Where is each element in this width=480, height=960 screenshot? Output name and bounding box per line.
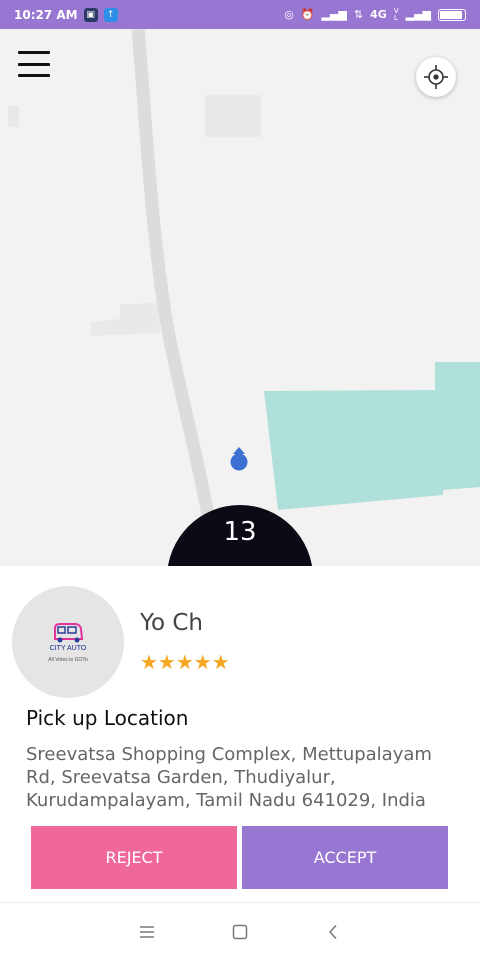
- signal-icon: ▂▄▆: [321, 8, 347, 21]
- reject-label: REJECT: [105, 848, 163, 867]
- network-type: 4G: [370, 8, 387, 21]
- driver-avatar: CITY AUTO All Votes to GOTo: [12, 586, 124, 698]
- logo-title: CITY AUTO: [49, 645, 87, 652]
- map-building: [91, 303, 160, 336]
- map-building: [205, 95, 261, 137]
- pickup-title: Pick up Location: [26, 706, 189, 730]
- alarm-icon: ⏰: [300, 8, 315, 21]
- data-arrows-icon: ⇅: [353, 8, 364, 21]
- recenter-button[interactable]: [416, 57, 456, 97]
- map-canvas: [8, 29, 480, 566]
- pickup-address: Sreevatsa Shopping Complex, Mettupalayam…: [26, 744, 432, 811]
- status-time: 10:27 AM: [14, 7, 78, 22]
- rating-stars: ★★★★★: [140, 650, 230, 674]
- driver-name: Yo Ch: [140, 610, 204, 636]
- home-button[interactable]: [228, 920, 252, 944]
- accept-label: ACCEPT: [313, 848, 377, 867]
- driver-rating: ★★★★★: [140, 652, 230, 672]
- back-button[interactable]: [321, 920, 345, 944]
- back-icon: [329, 924, 337, 939]
- location-heading-icon: [233, 447, 245, 454]
- map-view[interactable]: 13: [0, 29, 480, 566]
- logo-tagline: All Votes to GOTo: [48, 657, 88, 663]
- ride-request-panel: CITY AUTO All Votes to GOTo Yo Ch ★★★★★ …: [0, 566, 480, 902]
- auto-rickshaw-logo-icon: [54, 623, 84, 643]
- hamburger-icon: [18, 51, 50, 54]
- upload-icon: ↑: [103, 7, 118, 22]
- menu-icon: [139, 925, 154, 938]
- recent-apps-button[interactable]: [135, 920, 159, 944]
- battery-icon: [438, 8, 466, 21]
- eta-value: 13: [223, 517, 257, 547]
- menu-button[interactable]: [18, 51, 50, 77]
- crosshair-icon: [424, 65, 448, 89]
- home-icon: [232, 924, 248, 939]
- map-park-area: [264, 362, 480, 510]
- notification-icon: ▣: [83, 7, 98, 22]
- accept-button[interactable]: ACCEPT: [242, 826, 448, 889]
- signal-icon-2: ▂▄▆: [405, 8, 431, 21]
- current-location-marker: [230, 453, 248, 471]
- system-nav-bar: [0, 902, 480, 960]
- status-bar: 10:27 AM ▣ ↑ ◎ ⏰ ▂▄▆ ⇅ 4G VL ▂▄▆: [0, 0, 480, 29]
- map-building: [8, 106, 19, 127]
- volte-icon: VL: [393, 6, 399, 22]
- reject-button[interactable]: REJECT: [31, 826, 237, 889]
- hotspot-icon: ◎: [284, 8, 294, 21]
